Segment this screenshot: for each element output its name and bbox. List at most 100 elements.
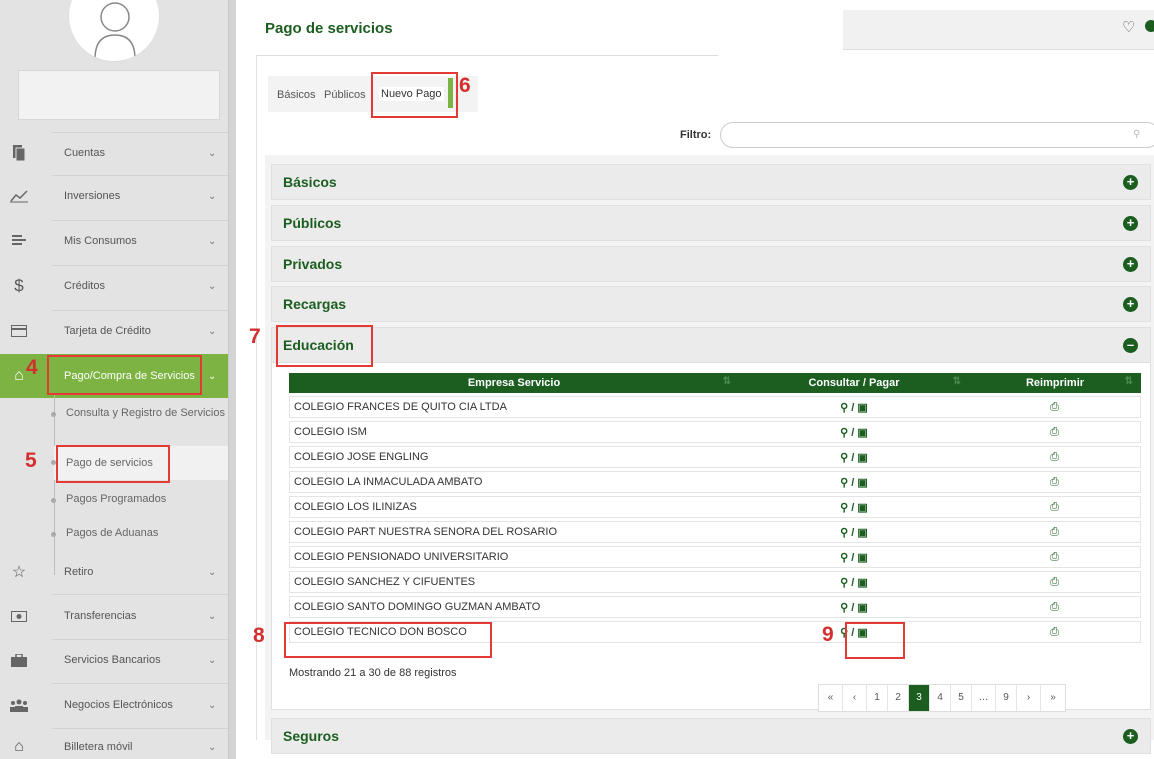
bullet-icon — [51, 532, 56, 537]
accordion-publicos[interactable]: Públicos + — [271, 205, 1151, 241]
search-icon[interactable]: ⚲ — [840, 552, 848, 564]
sidebar-item-negocios-electronicos[interactable]: Negocios Electrónicos ⌄ — [0, 683, 228, 727]
print-icon[interactable]: ⎙ — [1050, 601, 1059, 613]
column-header-reimprimir[interactable]: Reimprimir ⇅ — [969, 373, 1141, 393]
page-last-button[interactable]: » — [1041, 685, 1065, 711]
accordion-seguros[interactable]: Seguros + — [271, 718, 1151, 754]
pay-money-icon[interactable]: ▣ — [857, 402, 867, 414]
accordion-recargas[interactable]: Recargas + — [271, 286, 1151, 322]
collapse-minus-icon[interactable]: – — [1123, 338, 1138, 353]
action-separator: / — [851, 501, 855, 514]
services-table: Empresa Servicio ⇅ Consultar / Pagar ⇅ Rei… — [289, 370, 1141, 646]
pay-money-icon[interactable]: ▣ — [857, 602, 867, 614]
credit-card-icon — [8, 320, 30, 342]
sidebar-item-transferencias[interactable]: Transferencias ⌄ — [0, 594, 228, 638]
accordion-educacion[interactable]: Educación – — [271, 327, 1151, 363]
page-prev-button[interactable]: ‹ — [843, 685, 867, 711]
sidebar-item-creditos[interactable]: $ Créditos ⌄ — [0, 264, 228, 308]
consultar-pagar-cell: ⚲ / ▣ — [739, 471, 969, 493]
submenu-item-pagos-programados[interactable]: Pagos Programados — [51, 492, 228, 507]
filter-input[interactable] — [720, 122, 1154, 148]
chart-line-icon — [8, 185, 30, 207]
home-icon: ⌂ — [14, 738, 24, 755]
print-icon[interactable]: ⎙ — [1050, 526, 1059, 538]
print-icon[interactable]: ⎙ — [1050, 576, 1059, 588]
sidebar-item-inversiones[interactable]: Inversiones ⌄ — [0, 174, 228, 218]
sort-icon[interactable]: ⇅ — [953, 376, 961, 387]
page-next-button[interactable]: › — [1017, 685, 1041, 711]
sidebar-item-mis-consumos[interactable]: Mis Consumos ⌄ — [0, 219, 228, 263]
page-first-button[interactable]: « — [819, 685, 843, 711]
empresa-cell: COLEGIO PART NUESTRA SENORA DEL ROSARIO — [289, 521, 739, 543]
pay-money-icon[interactable]: ▣ — [857, 477, 867, 489]
print-icon[interactable]: ⎙ — [1050, 401, 1059, 413]
print-icon[interactable]: ⎙ — [1050, 551, 1059, 563]
consultar-pagar-cell: ⚲ / ▣ — [739, 596, 969, 618]
reimprimir-cell: ⎙ — [969, 496, 1141, 518]
pay-money-icon[interactable]: ▣ — [857, 577, 867, 589]
search-icon[interactable]: ⚲ — [840, 602, 848, 614]
consultar-pagar-cell: ⚲ / ▣ — [739, 521, 969, 543]
print-icon[interactable]: ⎙ — [1050, 426, 1059, 438]
page-button[interactable]: 4 — [930, 685, 951, 711]
accordion-basicos[interactable]: Básicos + — [271, 164, 1151, 200]
accordion-privados[interactable]: Privados + — [271, 246, 1151, 282]
sort-icon[interactable]: ⇅ — [723, 376, 731, 387]
search-icon[interactable]: ⚲ — [840, 452, 848, 464]
sidebar-item-retiro[interactable]: ☆ Retiro ⌄ — [0, 550, 228, 594]
search-icon[interactable]: ⚲ — [840, 427, 848, 439]
page-button[interactable]: 1 — [867, 685, 888, 711]
chevron-down-icon: ⌄ — [208, 566, 217, 578]
column-header-consultar[interactable]: Consultar / Pagar ⇅ — [739, 373, 969, 393]
expand-plus-icon[interactable]: + — [1123, 216, 1138, 231]
sort-icon[interactable]: ⇅ — [1125, 376, 1133, 387]
submenu-item-consulta-registro[interactable]: Consulta y Registro de Servicios — [51, 406, 228, 421]
tab-publicos[interactable]: Públicos — [324, 89, 366, 101]
sidebar-item-billetera-movil[interactable]: ⌂ Billetera móvil ⌄ — [0, 725, 228, 759]
annotation-number-5: 5 — [25, 449, 37, 472]
expand-plus-icon[interactable]: + — [1123, 175, 1138, 190]
submenu-item-label: Consulta y Registro de Servicios — [66, 407, 225, 419]
search-icon[interactable]: ⚲ — [1133, 129, 1140, 140]
page-button[interactable]: 2 — [888, 685, 909, 711]
submenu-item-pagos-aduanas[interactable]: Pagos de Aduanas — [51, 526, 228, 541]
pay-money-icon[interactable]: ▣ — [857, 427, 867, 439]
heart-icon[interactable]: ♡ — [1122, 18, 1135, 36]
sidebar-item-cuentas[interactable]: Cuentas ⌄ — [0, 131, 228, 175]
sidebar-scrollbar[interactable] — [228, 0, 236, 759]
expand-plus-icon[interactable]: + — [1123, 729, 1138, 744]
column-header-empresa[interactable]: Empresa Servicio ⇅ — [289, 373, 739, 393]
pay-money-icon[interactable]: ▣ — [857, 552, 867, 564]
reimprimir-cell: ⎙ — [969, 446, 1141, 468]
print-icon[interactable]: ⎙ — [1050, 626, 1059, 638]
money-icon — [8, 605, 30, 627]
search-icon[interactable]: ⚲ — [840, 502, 848, 514]
page-button[interactable]: 9 — [996, 685, 1017, 711]
pay-money-icon[interactable]: ▣ — [857, 502, 867, 514]
expand-plus-icon[interactable]: + — [1123, 297, 1138, 312]
empresa-cell: COLEGIO SANTO DOMINGO GUZMAN AMBATO — [289, 596, 739, 618]
annotation-box-4 — [47, 355, 202, 395]
tab-basicos[interactable]: Básicos — [277, 89, 316, 101]
table-row: COLEGIO SANCHEZ Y CIFUENTES ⚲ / ▣ ⎙ — [289, 571, 1141, 593]
search-icon[interactable]: ⚲ — [840, 577, 848, 589]
pay-money-icon[interactable]: ▣ — [857, 452, 867, 464]
page-button[interactable]: 5 — [951, 685, 972, 711]
info-icon[interactable] — [1145, 20, 1154, 32]
table-row: COLEGIO LA INMACULADA AMBATO ⚲ / ▣ ⎙ — [289, 471, 1141, 493]
search-icon[interactable]: ⚲ — [840, 477, 848, 489]
page-button-current[interactable]: 3 — [909, 685, 930, 711]
print-icon[interactable]: ⎙ — [1050, 501, 1059, 513]
sidebar-item-tarjeta-de-credito[interactable]: Tarjeta de Crédito ⌄ — [0, 309, 228, 353]
action-separator: / — [851, 601, 855, 614]
search-icon[interactable]: ⚲ — [840, 402, 848, 414]
sidebar-item-servicios-bancarios[interactable]: Servicios Bancarios ⌄ — [0, 638, 228, 682]
expand-plus-icon[interactable]: + — [1123, 257, 1138, 272]
chevron-down-icon: ⌄ — [208, 654, 217, 666]
print-icon[interactable]: ⎙ — [1050, 451, 1059, 463]
search-icon[interactable]: ⚲ — [840, 527, 848, 539]
sidebar-item-label: Créditos — [64, 280, 105, 292]
print-icon[interactable]: ⎙ — [1050, 476, 1059, 488]
header-right-area — [843, 10, 1154, 50]
pay-money-icon[interactable]: ▣ — [857, 527, 867, 539]
